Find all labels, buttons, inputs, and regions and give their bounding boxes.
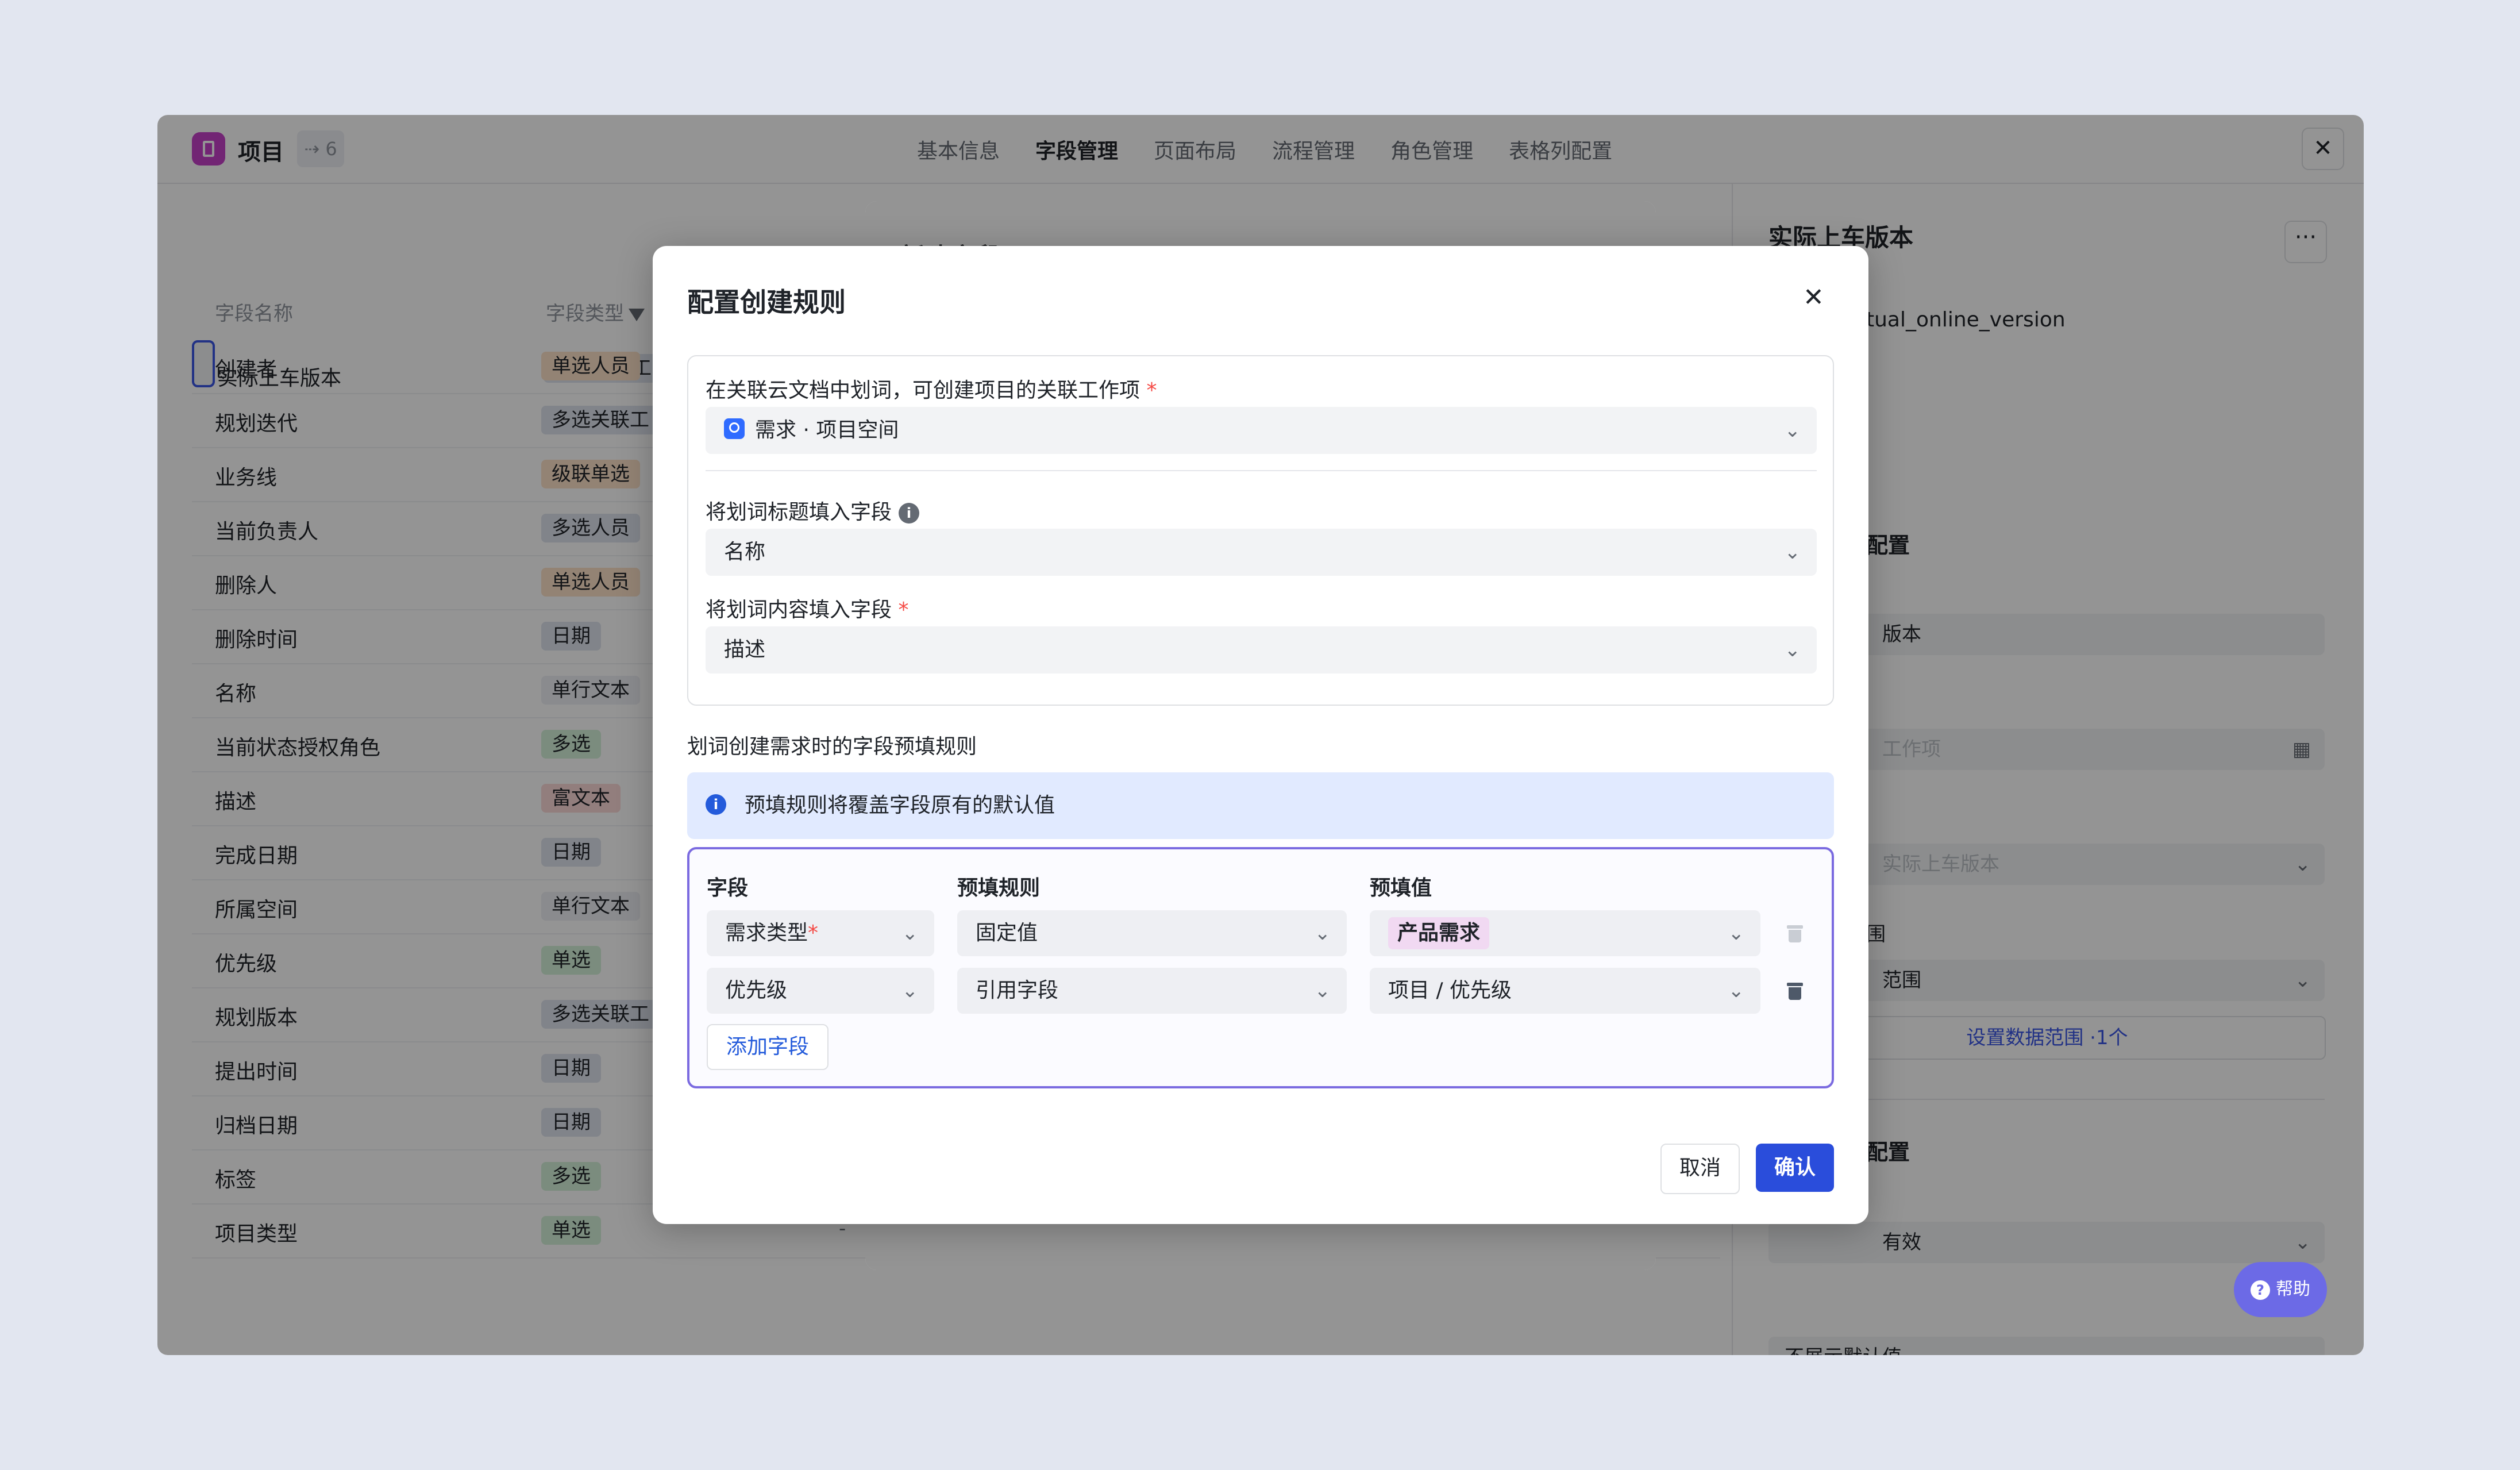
trash-lid xyxy=(1787,983,1803,986)
prefill-rules-title: 划词创建需求时的字段预填规则 xyxy=(687,735,977,759)
create-rule-modal: 配置创建规则 ✕ 在关联云文档中划词，可创建项目的关联工作项 * 需求 · 项目… xyxy=(653,246,1868,1224)
rule-field-select[interactable]: 需求类型* ⌄ xyxy=(707,910,934,956)
rules-header-rule: 预填规则 xyxy=(957,876,1041,900)
info-icon: i xyxy=(706,794,726,815)
rule-type-value: 引用字段 xyxy=(976,979,1059,1002)
info-banner-text: 预填规则将覆盖字段原有的默认值 xyxy=(745,794,1055,817)
trash-icon[interactable] xyxy=(1787,983,1803,1000)
info-banner: i 预填规则将覆盖字段原有的默认值 xyxy=(687,772,1834,839)
trash-lid xyxy=(1787,925,1803,929)
divider xyxy=(706,470,1817,471)
trash-icon[interactable] xyxy=(1787,925,1803,942)
chevron-down-icon: ⌄ xyxy=(901,922,919,945)
rules-header-value: 预填值 xyxy=(1370,876,1432,900)
rule-value-select[interactable]: 项目 / 优先级 ⌄ xyxy=(1370,968,1760,1014)
rule-type-select[interactable]: 固定值 ⌄ xyxy=(957,910,1347,956)
question-icon: ? xyxy=(2251,1280,2270,1300)
chevron-down-icon: ⌄ xyxy=(901,979,919,1002)
chevron-down-icon: ⌄ xyxy=(1784,541,1801,564)
chevron-down-icon: ⌄ xyxy=(1728,979,1745,1002)
rules-header-field: 字段 xyxy=(707,876,749,900)
rule-type-select[interactable]: 引用字段 ⌄ xyxy=(957,968,1347,1014)
content-field-select-value: 描述 xyxy=(724,638,766,661)
required-mark: * xyxy=(808,921,819,945)
info-icon[interactable]: i xyxy=(899,503,920,524)
confirm-button[interactable]: 确认 xyxy=(1756,1144,1834,1192)
cancel-button[interactable]: 取消 xyxy=(1660,1144,1740,1194)
chevron-down-icon: ⌄ xyxy=(1728,922,1745,945)
chevron-down-icon: ⌄ xyxy=(1314,979,1331,1002)
chevron-down-icon: ⌄ xyxy=(1784,419,1801,442)
required-mark: * xyxy=(898,598,909,622)
close-icon[interactable]: ✕ xyxy=(1803,283,1824,312)
workitem-label: 在关联云文档中划词，可创建项目的关联工作项 * xyxy=(706,374,1157,403)
rule-value-select[interactable]: 产品需求 ⌄ xyxy=(1370,910,1760,956)
trash-body xyxy=(1789,987,1801,1000)
chevron-down-icon: ⌄ xyxy=(1784,638,1801,661)
content-field-select[interactable]: 描述 ⌄ xyxy=(706,626,1817,674)
rule-value-value: 项目 / 优先级 xyxy=(1388,979,1512,1002)
title-field-select[interactable]: 名称 ⌄ xyxy=(706,529,1817,576)
title-field-label: 将划词标题填入字段 i xyxy=(706,495,920,525)
title-field-label-text: 将划词标题填入字段 xyxy=(706,501,892,524)
workitem-select-value: 需求 · 项目空间 xyxy=(755,418,899,442)
chevron-down-icon: ⌄ xyxy=(1314,922,1331,945)
value-tag: 产品需求 xyxy=(1388,917,1490,949)
title-field-select-value: 名称 xyxy=(724,540,766,564)
rule-field-select[interactable]: 优先级 ⌄ xyxy=(707,968,934,1014)
help-label: 帮助 xyxy=(2276,1279,2310,1299)
link-config-card: 在关联云文档中划词，可创建项目的关联工作项 * 需求 · 项目空间 ⌄ 将划词标… xyxy=(687,355,1834,706)
trash-body xyxy=(1789,930,1801,942)
workitem-label-text: 在关联云文档中划词，可创建项目的关联工作项 xyxy=(706,379,1140,402)
rule-field-value: 需求类型 xyxy=(725,921,808,945)
rule-field-value: 优先级 xyxy=(725,979,788,1002)
help-button[interactable]: ? 帮助 xyxy=(2234,1262,2327,1317)
modal-title: 配置创建规则 xyxy=(687,287,846,318)
add-field-button[interactable]: 添加字段 xyxy=(707,1024,829,1070)
rule-type-value: 固定值 xyxy=(976,921,1038,945)
content-field-label-text: 将划词内容填入字段 xyxy=(706,598,892,622)
requirement-icon xyxy=(724,418,745,439)
workitem-select[interactable]: 需求 · 项目空间 ⌄ xyxy=(706,407,1817,454)
required-mark: * xyxy=(1146,379,1157,402)
prefill-rules-table: 字段 预填规则 预填值 需求类型* ⌄ 固定值 ⌄ 产品需求 ⌄ 优先级 ⌄ 引… xyxy=(687,847,1834,1088)
content-field-label: 将划词内容填入字段 * xyxy=(706,593,908,623)
